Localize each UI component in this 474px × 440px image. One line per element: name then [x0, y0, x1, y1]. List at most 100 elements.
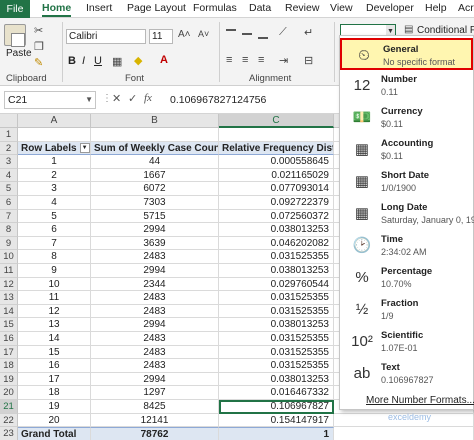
align-left-icon[interactable]: ≡: [226, 54, 232, 66]
table-cell[interactable]: 0.031525355: [219, 359, 334, 373]
font-color-icon[interactable]: A: [160, 54, 168, 66]
table-cell[interactable]: 12: [18, 304, 91, 319]
table-header-cell[interactable]: Relative Frequency Dist.: [219, 141, 334, 156]
table-cell[interactable]: 1667: [91, 168, 219, 183]
align-middle-icon[interactable]: [242, 33, 252, 35]
fill-color-icon[interactable]: ◆: [134, 54, 142, 67]
align-top-icon[interactable]: [226, 29, 236, 31]
row-header[interactable]: 12: [0, 277, 18, 292]
tab-file[interactable]: File: [0, 0, 30, 18]
table-header-cell[interactable]: Row Labels ▼: [18, 141, 91, 156]
row-header[interactable]: 5: [0, 182, 18, 196]
table-cell[interactable]: 3639: [91, 236, 219, 251]
table-cell[interactable]: 2483: [91, 304, 219, 319]
row-header[interactable]: 11: [0, 264, 18, 278]
number-format-option-short-date[interactable]: ▦ Short Date 1/0/1900: [340, 166, 473, 198]
table-cell[interactable]: 6: [18, 223, 91, 237]
paste-button[interactable]: Paste: [6, 48, 32, 59]
number-format-option-scientific[interactable]: 10² Scientific 1.07E-01: [340, 326, 473, 358]
tab-page-layout[interactable]: Page Layout: [127, 2, 186, 14]
row-header[interactable]: 2: [0, 141, 18, 156]
table-cell[interactable]: 7303: [91, 196, 219, 210]
table-cell[interactable]: 10: [18, 277, 91, 292]
filter-dropdown-icon[interactable]: ▼: [79, 142, 90, 153]
column-header-b[interactable]: B: [91, 114, 219, 128]
table-cell[interactable]: 0.031525355: [219, 291, 334, 305]
table-cell[interactable]: 11: [18, 291, 91, 305]
table-cell[interactable]: 0.038013253: [219, 318, 334, 332]
table-cell[interactable]: 4: [18, 196, 91, 210]
table-cell[interactable]: 0.106967827: [219, 400, 334, 414]
borders-icon[interactable]: ▦: [112, 55, 122, 68]
table-cell[interactable]: 8425: [91, 400, 219, 414]
decrease-font-icon[interactable]: A˅: [198, 29, 209, 39]
tab-home[interactable]: Home: [42, 2, 72, 17]
row-header[interactable]: 7: [0, 209, 18, 224]
table-cell[interactable]: 9: [18, 264, 91, 278]
table-cell[interactable]: 0.092722379: [219, 196, 334, 210]
conditional-format-icon[interactable]: ▤: [404, 24, 413, 35]
row-header[interactable]: 8: [0, 223, 18, 237]
table-cell[interactable]: 2994: [91, 264, 219, 278]
grand-total-cell[interactable]: Grand Total: [18, 427, 91, 440]
grand-total-cell[interactable]: 1: [219, 427, 334, 440]
table-cell[interactable]: [334, 427, 474, 440]
chevron-down-icon[interactable]: ▼: [85, 92, 93, 108]
table-header-cell[interactable]: Sum of Weekly Case Count: [91, 141, 219, 156]
tab-acrobat[interactable]: Acr: [458, 2, 474, 14]
merge-center-icon[interactable]: ⊟: [304, 54, 313, 67]
number-format-option-currency[interactable]: 💵 Currency $0.11: [340, 102, 473, 134]
table-cell[interactable]: 0.021165029: [219, 168, 334, 183]
table-cell[interactable]: 2483: [91, 250, 219, 264]
table-cell[interactable]: 0.031525355: [219, 332, 334, 346]
table-cell[interactable]: 0.029760544: [219, 277, 334, 292]
row-header[interactable]: 15: [0, 318, 18, 332]
font-size-box[interactable]: 11: [149, 29, 173, 44]
table-cell[interactable]: 6072: [91, 182, 219, 196]
align-bottom-icon[interactable]: [258, 37, 268, 39]
number-format-option-long-date[interactable]: ▦ Long Date Saturday, January 0, 1900: [340, 198, 474, 230]
table-cell[interactable]: 0.038013253: [219, 223, 334, 237]
orientation-icon[interactable]: ⟋: [279, 26, 287, 39]
select-all-corner[interactable]: [0, 114, 18, 128]
tab-review[interactable]: Review: [285, 2, 319, 14]
table-cell[interactable]: 0.031525355: [219, 250, 334, 264]
column-header-c[interactable]: C: [219, 114, 334, 128]
number-format-option-percentage[interactable]: % Percentage 10.70%: [340, 262, 473, 294]
number-format-option-accounting[interactable]: ▦ Accounting $0.11: [340, 134, 473, 166]
table-cell[interactable]: 19: [18, 400, 91, 414]
row-header[interactable]: 10: [0, 250, 18, 264]
number-format-option-text[interactable]: ab Text 0.106967827: [340, 358, 473, 390]
table-cell[interactable]: 0.077093014: [219, 182, 334, 196]
tab-insert[interactable]: Insert: [86, 2, 112, 14]
row-header[interactable]: 1: [0, 128, 18, 142]
italic-button[interactable]: I: [82, 55, 85, 67]
table-cell[interactable]: [219, 128, 334, 142]
enter-icon[interactable]: ✓: [128, 92, 137, 105]
table-cell[interactable]: 0.038013253: [219, 372, 334, 387]
align-right-icon[interactable]: ≡: [258, 54, 264, 66]
table-cell[interactable]: 0.046202082: [219, 236, 334, 251]
tab-view[interactable]: View: [330, 2, 353, 14]
row-header[interactable]: 16: [0, 332, 18, 346]
table-cell[interactable]: 2994: [91, 223, 219, 237]
row-header[interactable]: 3: [0, 155, 18, 169]
table-cell[interactable]: 0.000558645: [219, 155, 334, 169]
table-cell[interactable]: 5: [18, 209, 91, 224]
table-cell[interactable]: 0.154147917: [219, 413, 334, 428]
cancel-icon[interactable]: ✕: [112, 92, 121, 105]
row-header[interactable]: 19: [0, 372, 18, 387]
row-header[interactable]: 23: [0, 427, 18, 440]
table-cell[interactable]: 15: [18, 345, 91, 360]
tab-data[interactable]: Data: [249, 2, 271, 14]
tab-developer[interactable]: Developer: [366, 2, 414, 14]
row-header[interactable]: 4: [0, 168, 18, 183]
table-cell[interactable]: 0.016467332: [219, 386, 334, 400]
table-cell[interactable]: 17: [18, 372, 91, 387]
column-header-a[interactable]: A: [18, 114, 91, 128]
table-cell[interactable]: 2483: [91, 291, 219, 305]
number-format-option-fraction[interactable]: ½ Fraction 1/9: [340, 294, 473, 326]
row-header[interactable]: 6: [0, 196, 18, 210]
tab-formulas[interactable]: Formulas: [193, 2, 237, 14]
table-cell[interactable]: 0.072560372: [219, 209, 334, 224]
